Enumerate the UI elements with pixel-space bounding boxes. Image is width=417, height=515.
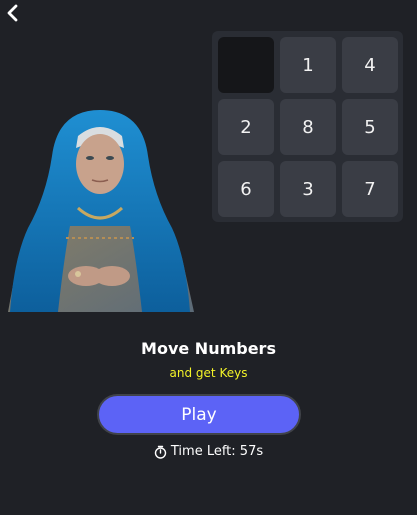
timer-text: Time Left: 57s: [170, 444, 264, 459]
puzzle-tile[interactable]: 8: [280, 99, 336, 155]
puzzle-tile[interactable]: 4: [342, 37, 398, 93]
puzzle-tile[interactable]: 1: [280, 37, 336, 93]
stopwatch-icon: [154, 445, 167, 459]
game-title: Move Numbers: [141, 339, 276, 358]
puzzle-empty-slot[interactable]: [218, 37, 274, 93]
time-left: Time Left: 57s: [0, 444, 417, 459]
puzzle-tile[interactable]: 5: [342, 99, 398, 155]
character-portrait: [8, 110, 194, 312]
game-subtitle: and get Keys: [169, 366, 248, 380]
play-button[interactable]: Play: [97, 394, 301, 435]
puzzle-tile[interactable]: 7: [342, 161, 398, 217]
number-puzzle-board: 1 4 2 8 5 6 3 7: [212, 31, 403, 222]
puzzle-tile[interactable]: 2: [218, 99, 274, 155]
puzzle-tile[interactable]: 3: [280, 161, 336, 217]
game-screen: 1 4 2 8 5 6 3 7 Move Numbers and get Key…: [0, 0, 417, 515]
back-button[interactable]: [2, 2, 24, 24]
chevron-left-icon: [7, 4, 18, 22]
play-button-label: Play: [181, 404, 217, 425]
puzzle-tile[interactable]: 6: [218, 161, 274, 217]
